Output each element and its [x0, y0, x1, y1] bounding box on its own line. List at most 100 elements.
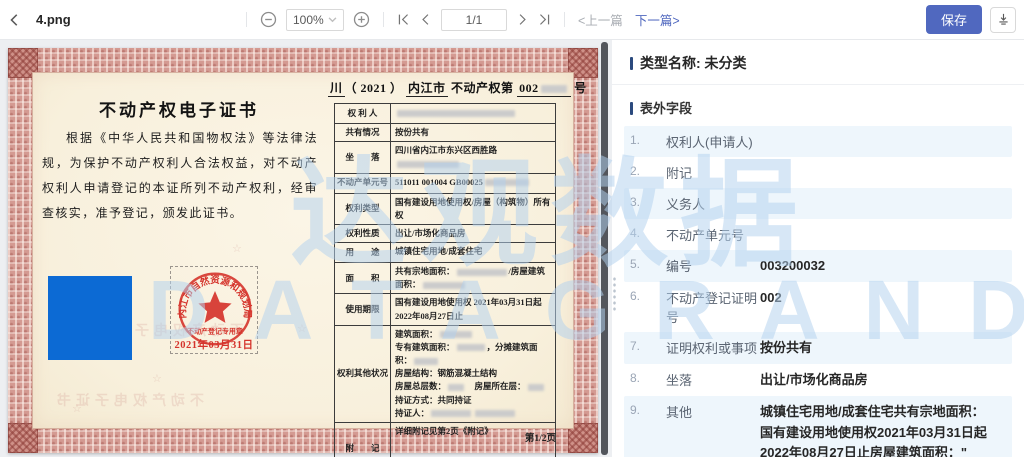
redaction-blur [414, 358, 438, 365]
field-value: 003200032 [760, 256, 1006, 276]
table-row: 不动产单元号 511011 001004 GB00025 [334, 174, 556, 194]
field-row[interactable]: 5. 编号 003200032 [624, 250, 1012, 282]
field-value: 002 [760, 288, 1006, 308]
fields-section-header: 表外字段 [612, 85, 1024, 126]
field-number: 5. [630, 256, 666, 271]
toolbar-divider [564, 12, 565, 27]
panel-resize-handle[interactable] [612, 276, 617, 312]
prev-page-icon[interactable] [419, 13, 432, 26]
table-row: 权 利 人 [334, 104, 556, 124]
vertical-scrollbar[interactable] [601, 42, 608, 455]
cert-row-label: 共有情况 [335, 124, 391, 141]
type-name-label: 类型名称: 未分类 [640, 55, 747, 71]
zoom-out-icon[interactable] [260, 11, 277, 28]
cert-row-label: 面 积 [335, 263, 391, 293]
zoom-level-value: 100% [293, 13, 324, 27]
table-row: 用 途 城镇住宅用地/成套住宅 [334, 243, 556, 263]
cert-row-label: 不动产单元号 [335, 174, 391, 193]
cert-cell-text: 国有建设用地使用权 2021年03月31日起2022年08月27日止 [395, 297, 542, 320]
next-doc-link[interactable]: 下一篇> [635, 10, 680, 29]
cert-row-value [391, 104, 555, 123]
field-row[interactable]: 9. 其他 城镇住宅用地/成套住宅共有宗地面积：国有建设用地使用权2021年03… [624, 396, 1012, 457]
redaction-blur [397, 161, 459, 168]
cert-cell-text: 房屋所在层： [466, 381, 526, 391]
cert-row-value: 四川省内江市东兴区西胜路 [391, 142, 555, 172]
cert-cell-text: 出让/市场化商品房 [395, 228, 465, 238]
redaction-blur [431, 410, 471, 417]
toolbar-divider [246, 12, 247, 27]
field-number: 3. [630, 194, 666, 209]
certificate-title: 不动产权电子证书 [40, 96, 318, 121]
certificate-number-line: 川（ 2021 ） 内江市 不动产权第 002 号 [328, 79, 566, 96]
field-row[interactable]: 3. 义务人 [624, 188, 1012, 219]
cert-cell-text: 专有建筑面积： [395, 342, 455, 352]
cert-row-label: 权利类型 [335, 194, 391, 224]
redaction-blur [457, 269, 507, 276]
next-page-icon[interactable] [516, 13, 529, 26]
certificate-table: 权 利 人 共有情况 按份共有 坐 落 四川省内江市东兴区西胜路 不动产单元号 … [334, 103, 556, 457]
zoom-level-select[interactable]: 100% [286, 9, 344, 31]
field-number: 2. [630, 163, 666, 178]
cert-cell-text: 持证人： [395, 408, 429, 418]
save-button[interactable]: 保存 [926, 5, 982, 34]
fields-list: 1. 权利人(申请人) 2. 附记 3. 义务人 4. 不动产单元号 5. 编号… [612, 126, 1024, 457]
table-row: 权利其他状况 建筑面积：专有建筑面积：，分摊建筑面积：房屋结构：钢筋混凝土结构房… [334, 326, 556, 423]
cert-row-label: 附 记 [335, 423, 391, 457]
field-row[interactable]: 7. 证明权利或事项 按份共有 [624, 332, 1012, 364]
cert-row-value: 国有建设用地使用权/房屋（构筑物）所有权 [391, 194, 555, 224]
field-label: 附记 [666, 163, 760, 182]
section-bar [630, 57, 633, 70]
page-number-label: 第1/2页 [502, 430, 556, 444]
field-row[interactable]: 8. 坐落 出让/市场化商品房 [624, 364, 1012, 396]
file-name: 4.png [36, 12, 71, 27]
type-header: 类型名称: 未分类 [612, 40, 1024, 85]
cert-row-value: 出让/市场化商品房 [391, 225, 555, 242]
fields-section-title: 表外字段 [640, 101, 692, 116]
table-row: 权利性质 出让/市场化商品房 [334, 225, 556, 243]
cert-row-label: 坐 落 [335, 142, 391, 172]
back-icon[interactable] [8, 13, 22, 27]
field-label: 坐落 [666, 370, 760, 389]
field-label: 不动产登记证明号 [666, 288, 760, 326]
field-label: 编号 [666, 256, 760, 275]
table-row: 坐 落 四川省内江市东兴区西胜路 [334, 142, 556, 173]
redaction-blur [485, 179, 529, 186]
cert-row-value: 按份共有 [391, 124, 555, 141]
field-number: 4. [630, 225, 666, 240]
download-button[interactable] [990, 7, 1016, 33]
cert-cell-text: 按份共有 [395, 127, 429, 137]
toolbar: 4.png 100% <上一篇 下一篇> [0, 0, 1024, 40]
download-icon [996, 12, 1011, 27]
table-row: 共有情况 按份共有 [334, 124, 556, 142]
redaction-blur [448, 384, 464, 391]
field-row[interactable]: 1. 权利人(申请人) [624, 126, 1012, 157]
table-row: 权利类型 国有建设用地使用权/房屋（构筑物）所有权 [334, 194, 556, 225]
cert-cell-text: 城镇住宅用地/成套住宅 [395, 246, 482, 256]
first-page-icon[interactable] [397, 13, 410, 26]
field-row[interactable]: 2. 附记 [624, 157, 1012, 188]
cert-cell-text: 国有建设用地使用权/房屋（构筑物）所有权 [395, 197, 550, 220]
zoom-in-icon[interactable] [353, 11, 370, 28]
field-row[interactable]: 6. 不动产登记证明号 002 [624, 282, 1012, 332]
field-value: 城镇住宅用地/成套住宅共有宗地面积：国有建设用地使用权2021年03月31日起2… [760, 402, 1006, 457]
certificate-document: 不动产权电子证书 不动产权电子证书 不动产权电子证书 根据《中华人民共和国物权法… [8, 48, 598, 453]
field-value: 按份共有 [760, 338, 1006, 358]
prev-doc-link[interactable]: <上一篇 [578, 10, 623, 29]
table-row: 使用期限 国有建设用地使用权 2021年03月31日起2022年08月27日止 [334, 294, 556, 325]
page-indicator-input[interactable] [441, 9, 507, 31]
document-viewer[interactable]: 不动产权电子证书 不动产权电子证书 不动产权电子证书 根据《中华人民共和国物权法… [0, 40, 612, 457]
cert-row-value: 共有宗地面积：/房屋建筑面积： [391, 263, 555, 293]
toolbar-divider [383, 12, 384, 27]
certificate-paper: 不动产权电子证书 不动产权电子证书 不动产权电子证书 根据《中华人民共和国物权法… [32, 72, 574, 429]
field-number: 8. [630, 370, 666, 385]
redaction-block [48, 276, 132, 360]
last-page-icon[interactable] [538, 13, 551, 26]
seal-date: 2021年03月31日 [171, 337, 257, 352]
field-row[interactable]: 4. 不动产单元号 [624, 219, 1012, 250]
redaction-blur [397, 110, 515, 117]
table-row: 面 积 共有宗地面积：/房屋建筑面积： [334, 263, 556, 294]
seal-label-text: 不动产登记专用章 [187, 327, 243, 336]
cert-row-label: 权利其他状况 [335, 326, 391, 422]
certificate-intro: 根据《中华人民共和国物权法》等法律法规，为保护不动产权利人合法权益，对不动产权利… [42, 126, 318, 226]
field-label: 不动产单元号 [666, 225, 760, 244]
